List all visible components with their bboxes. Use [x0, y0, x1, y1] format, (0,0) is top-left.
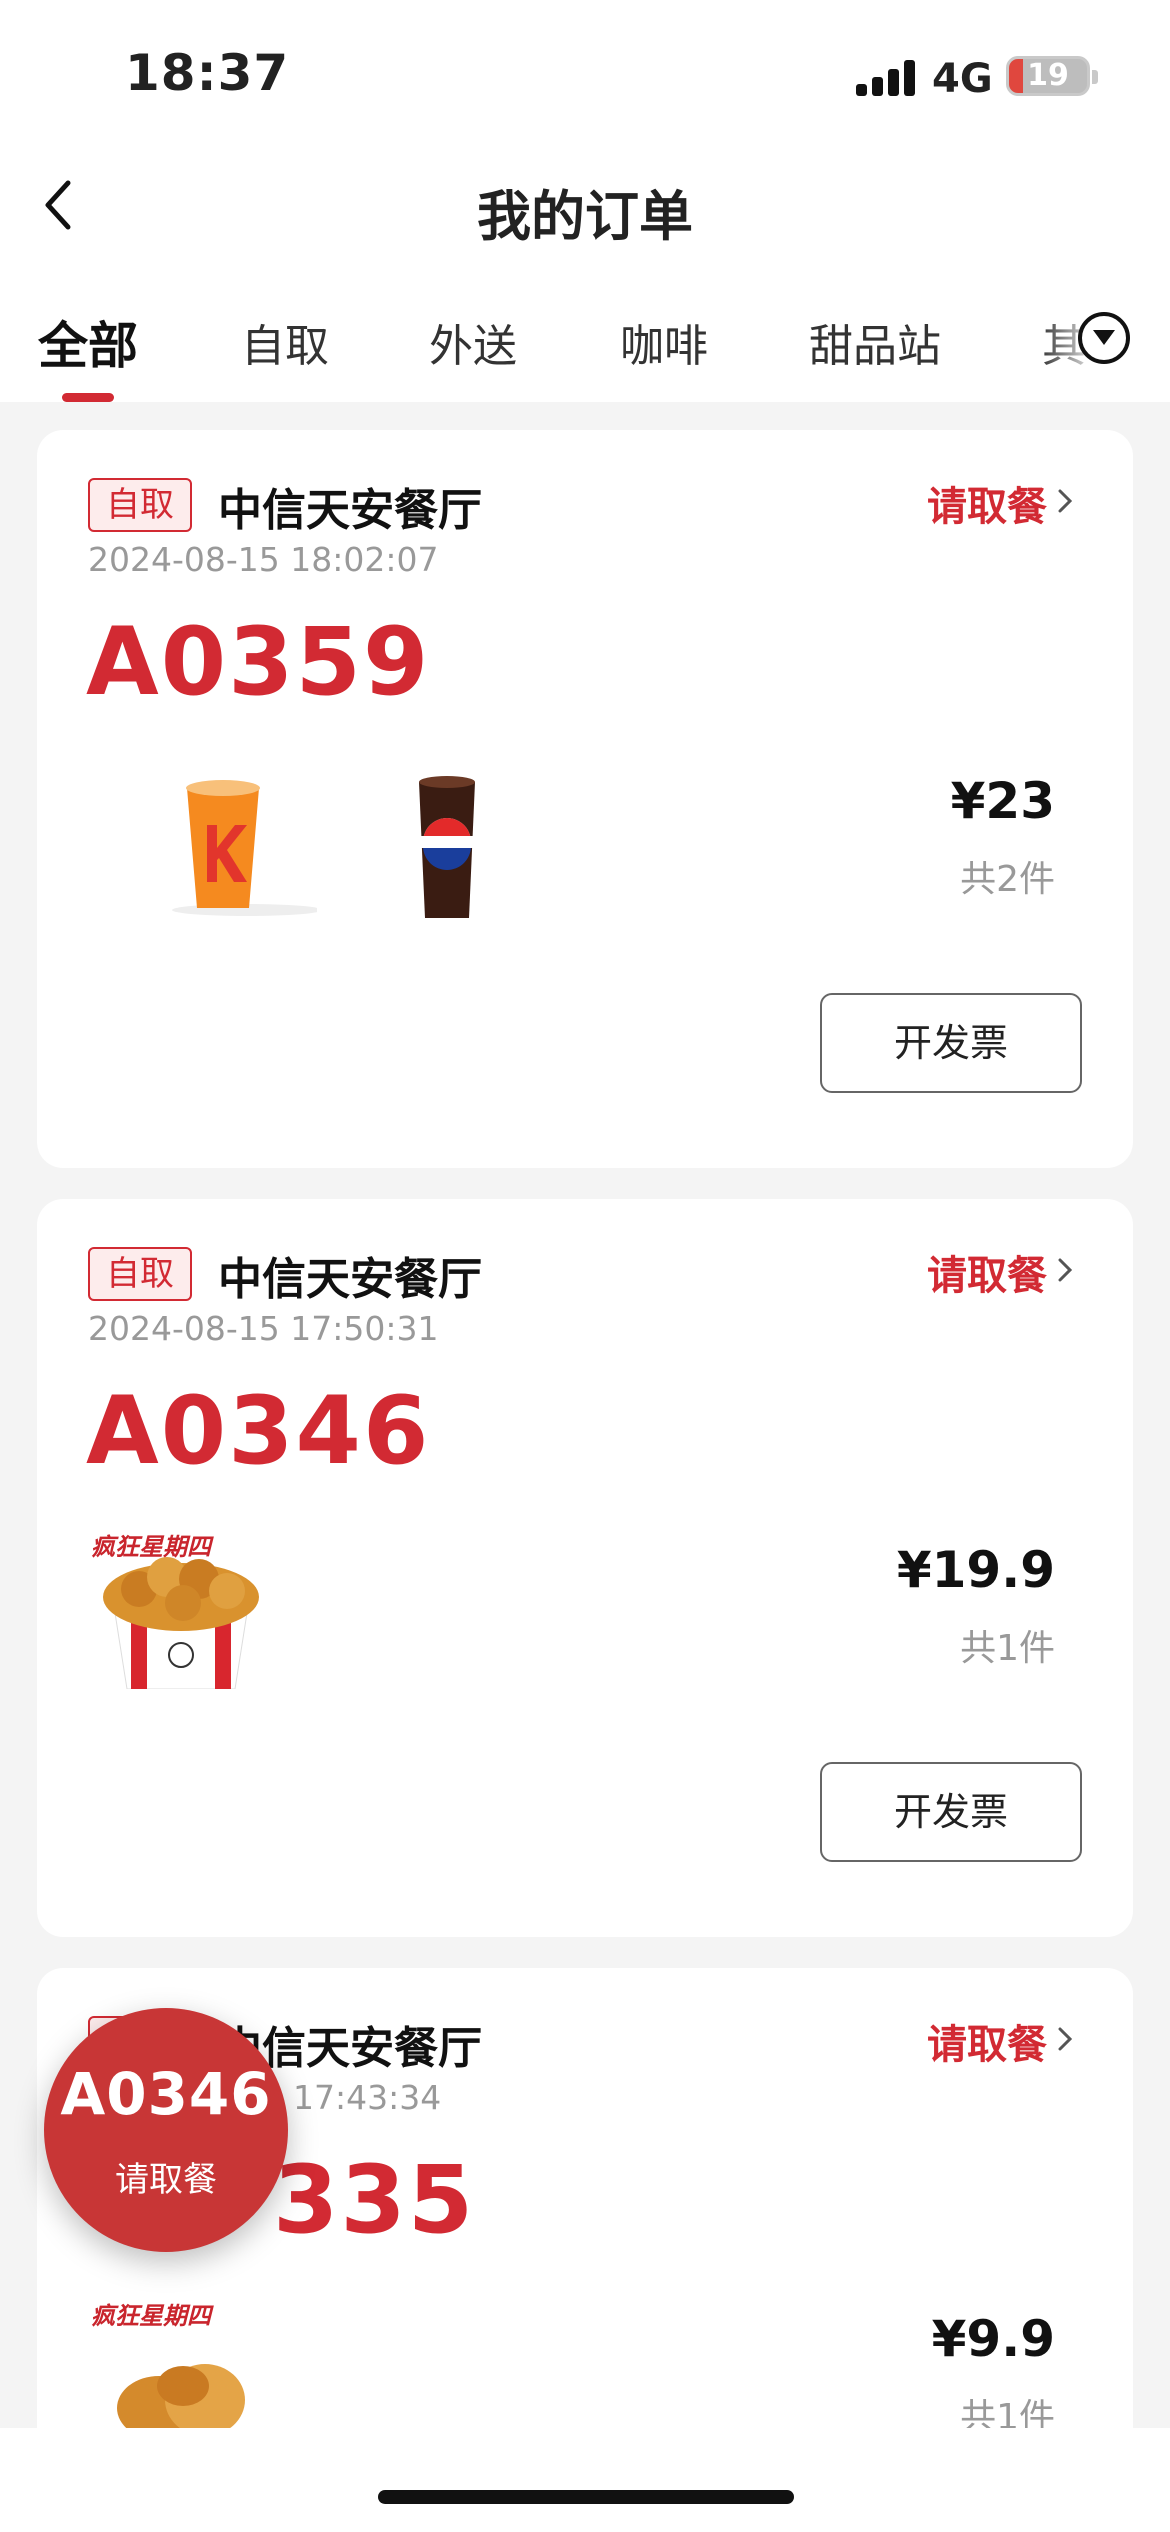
order-status: 请取餐	[927, 484, 1047, 530]
store-name: 中信天安餐厅	[218, 1254, 482, 1305]
item-count: 共1件	[960, 2397, 1055, 2428]
invoice-button[interactable]: 开发票	[820, 993, 1082, 1093]
item-count: 共1件	[960, 1628, 1055, 1669]
battery-tip	[1092, 70, 1098, 84]
tab-pickup[interactable]: 自取	[241, 310, 329, 374]
chevron-right-icon	[1058, 2027, 1073, 2051]
crazy-thursday-fried-chicken-image: 疯狂星期四	[91, 2302, 245, 2428]
order-datetime: 17:43:34	[293, 2078, 442, 2117]
pickup-code: A0346	[86, 1377, 431, 1486]
status-time: 18:37	[125, 44, 290, 102]
order-price: ¥23	[950, 772, 1055, 830]
battery-level: 19	[1027, 58, 1069, 93]
home-indicator[interactable]	[378, 2490, 794, 2504]
order-status: 请取餐	[927, 2022, 1047, 2068]
order-card[interactable]: 自取 中信天安餐厅 请取餐 2024-08-15 18:02:07 A0359 …	[37, 430, 1133, 1168]
order-price: ¥19.9	[896, 1541, 1055, 1599]
order-status-link[interactable]: 请取餐	[927, 2012, 1073, 2070]
svg-text:疯狂星期四: 疯狂星期四	[91, 2302, 214, 2330]
tab-coffee[interactable]: 咖啡	[620, 310, 708, 374]
tab-dessert[interactable]: 甜品站	[809, 310, 941, 374]
caret-down-icon	[1093, 330, 1115, 345]
active-tab-indicator	[62, 393, 114, 402]
crazy-thursday-chicken-bucket-image: 疯狂星期四	[91, 1533, 259, 1689]
order-status-link[interactable]: 请取餐	[927, 474, 1073, 532]
pepsi-cup-image	[419, 776, 475, 918]
page-title: 我的订单	[477, 185, 693, 248]
order-tabs: 全部 自取 外送 咖啡 甜品站 其	[0, 300, 1170, 402]
battery-icon: 19	[1006, 56, 1090, 96]
order-status: 请取餐	[927, 1253, 1047, 1299]
signal-icon	[856, 60, 916, 96]
svg-text:疯狂星期四: 疯狂星期四	[91, 1533, 214, 1561]
order-datetime: 2024-08-15 17:50:31	[88, 1309, 439, 1348]
orange-k-drink-image	[172, 780, 317, 916]
top-bar: 18:37 4G 19 我的订单 全部 自取 外送 咖啡 甜品站 其	[0, 0, 1170, 402]
tab-delivery[interactable]: 外送	[429, 310, 517, 374]
chevron-right-icon	[1058, 1258, 1073, 1282]
store-name: 中信天安餐厅	[218, 485, 482, 536]
order-card[interactable]: 自取 中信天安餐厅 请取餐 2024-08-15 17:50:31 A0346 …	[37, 1199, 1133, 1937]
pickup-code: 335	[273, 2146, 476, 2255]
more-tabs-button[interactable]	[1078, 312, 1130, 364]
order-type-badge: 自取	[88, 1247, 192, 1301]
network-type: 4G	[932, 56, 993, 102]
floating-pickup-label: 请取餐	[115, 2160, 217, 2200]
item-count: 共2件	[960, 859, 1055, 900]
tab-all[interactable]: 全部	[38, 306, 138, 378]
order-status-link[interactable]: 请取餐	[927, 1243, 1073, 1301]
floating-pickup-button[interactable]: A0346 请取餐	[44, 2008, 288, 2252]
invoice-button[interactable]: 开发票	[820, 1762, 1082, 1862]
floating-pickup-code: A0346	[60, 2060, 272, 2128]
pickup-code: A0359	[86, 608, 431, 717]
chevron-right-icon	[1058, 489, 1073, 513]
order-price: ¥9.9	[931, 2310, 1055, 2368]
bottom-safe-area	[0, 2428, 1170, 2532]
order-type-badge: 自取	[88, 478, 192, 532]
order-datetime: 2024-08-15 18:02:07	[88, 540, 439, 579]
